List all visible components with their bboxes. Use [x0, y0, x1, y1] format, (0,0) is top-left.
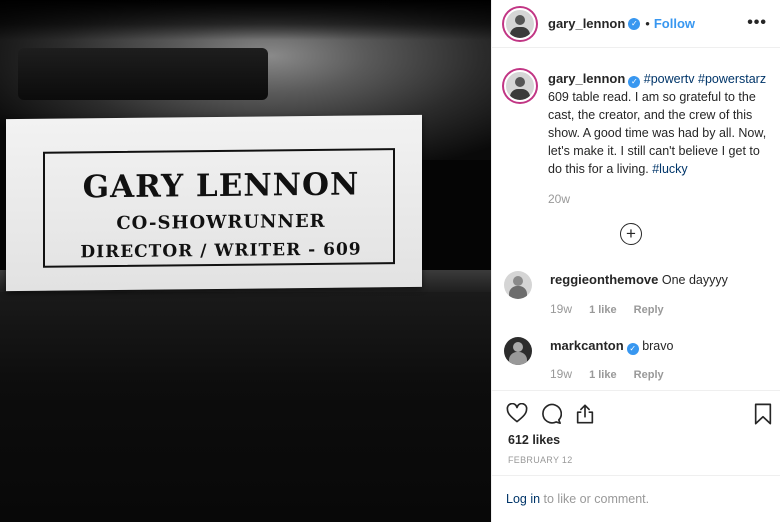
comment-meta: 19w 1 like Reply: [550, 367, 678, 381]
hashtag-link[interactable]: #lucky: [652, 162, 687, 176]
photo-top-shadow: [0, 0, 491, 40]
likes-count[interactable]: 612 likes: [508, 433, 560, 447]
comment-item: reggieonthemove One dayyyy 19w 1 like Re…: [504, 271, 774, 316]
post-header: gary_lennon ✓ • Follow •••: [492, 0, 780, 48]
comment-timestamp[interactable]: 19w: [550, 367, 572, 381]
instagram-post: GARY LENNON CO-SHOWRUNNER DIRECTOR / WRI…: [0, 0, 780, 522]
comment-text-wrap: reggieonthemove One dayyyy: [550, 271, 728, 299]
commenter-avatar[interactable]: [504, 271, 532, 299]
name-card-border: GARY LENNON CO-SHOWRUNNER DIRECTOR / WRI…: [43, 148, 395, 268]
photo-table: [0, 292, 491, 522]
hashtag-link[interactable]: #powertv: [644, 72, 695, 86]
comment-text: One dayyyy: [661, 273, 728, 287]
comment-text-wrap: markcanton ✓ bravo: [550, 337, 673, 365]
more-options-icon[interactable]: •••: [747, 14, 767, 32]
verified-icon: ✓: [628, 17, 641, 30]
name-card-role: CO-SHOWRUNNER: [116, 210, 326, 235]
login-prompt: Log in to like or comment.: [492, 475, 780, 522]
author-username[interactable]: gary_lennon: [548, 16, 625, 31]
follow-button[interactable]: Follow: [654, 16, 695, 31]
author-avatar[interactable]: [504, 7, 536, 40]
post-caption: gary_lennon ✓ #powertv #powerstarz 609 ta…: [504, 70, 774, 208]
login-link[interactable]: Log in: [506, 492, 540, 506]
comment-likes[interactable]: 1 like: [589, 369, 617, 381]
action-icons: [506, 403, 608, 425]
caption-username[interactable]: gary_lennon: [548, 71, 625, 86]
caption-timestamp[interactable]: 20w: [548, 190, 774, 208]
comment-reply-button[interactable]: Reply: [634, 304, 664, 316]
comment-item: markcanton ✓ bravo 19w 1 like Reply: [504, 337, 774, 381]
caption-body: gary_lennon ✓ #powertv #powerstarz 609 ta…: [548, 70, 774, 208]
post-actions: 612 likes FEBRUARY 12 Log in to like or …: [492, 390, 780, 522]
name-card-name: GARY LENNON: [82, 166, 360, 206]
comment-meta: 19w 1 like Reply: [550, 302, 678, 316]
commenter-avatar[interactable]: [504, 337, 532, 365]
photo-dark-object: [18, 48, 268, 100]
comment-icon[interactable]: [540, 403, 562, 425]
post-date[interactable]: FEBRUARY 12: [508, 455, 573, 465]
comment-timestamp[interactable]: 19w: [550, 302, 572, 316]
bookmark-icon[interactable]: [753, 403, 773, 425]
caption-author-avatar[interactable]: [504, 70, 536, 102]
commenter-username[interactable]: markcanton: [550, 338, 624, 353]
load-more-comments-icon[interactable]: +: [620, 223, 642, 245]
post-photo[interactable]: GARY LENNON CO-SHOWRUNNER DIRECTOR / WRI…: [0, 0, 491, 522]
name-card: GARY LENNON CO-SHOWRUNNER DIRECTOR / WRI…: [6, 114, 422, 292]
hashtag-link[interactable]: #powerstarz: [698, 72, 766, 86]
login-prompt-text: to like or comment.: [540, 492, 650, 506]
comment-text: bravo: [642, 339, 674, 353]
verified-icon: ✓: [628, 76, 641, 88]
comment-likes[interactable]: 1 like: [589, 304, 617, 316]
post-side-panel: gary_lennon ✓ • Follow ••• gary_lennon ✓ …: [491, 0, 780, 522]
heart-icon[interactable]: [506, 403, 528, 423]
verified-icon: ✓: [626, 343, 639, 355]
name-card-role-detail: DIRECTOR / WRITER - 609: [80, 239, 362, 263]
separator-dot: •: [645, 16, 650, 31]
commenter-username[interactable]: reggieonthemove: [550, 272, 658, 287]
comment-reply-button[interactable]: Reply: [634, 369, 664, 381]
share-icon[interactable]: [574, 403, 596, 425]
